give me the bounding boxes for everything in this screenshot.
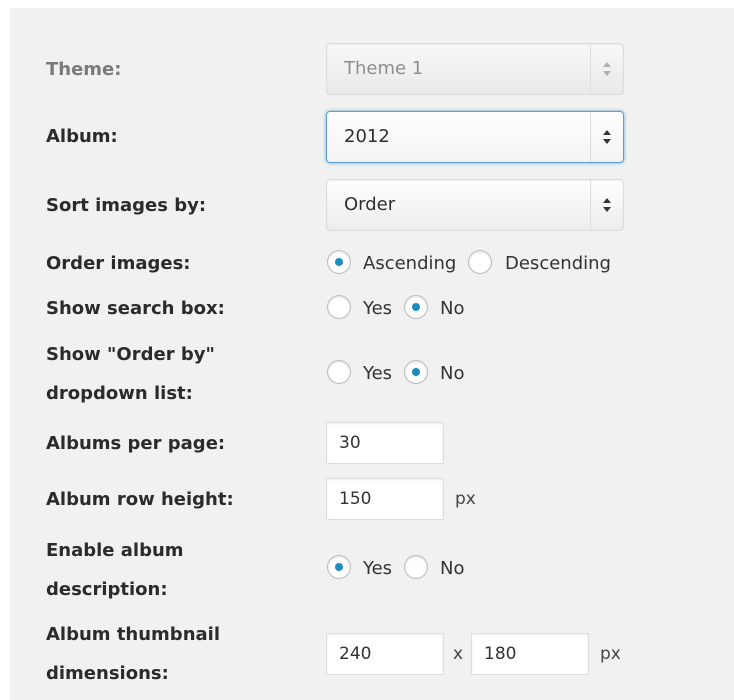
order-ascending-radio[interactable] — [327, 250, 351, 274]
albums-per-page-input[interactable]: 30 — [326, 422, 444, 464]
order-by-no-label[interactable]: No — [440, 362, 464, 386]
select-divider — [590, 180, 591, 230]
album-row-height-label: Album row height: — [46, 489, 234, 510]
order-descending-radio[interactable] — [468, 250, 492, 274]
order-by-yes-label[interactable]: Yes — [363, 362, 392, 386]
enable-album-description-label-line2: description: — [46, 579, 168, 600]
select-divider — [590, 44, 591, 94]
album-description-no-radio[interactable] — [404, 555, 428, 579]
album-label: Album: — [46, 126, 118, 147]
album-description-no-label[interactable]: No — [440, 557, 464, 581]
sort-images-select-value: Order — [344, 194, 396, 215]
theme-label: Theme: — [46, 59, 122, 80]
sort-images-select[interactable]: Order — [326, 179, 624, 231]
albums-per-page-label: Albums per page: — [46, 433, 226, 454]
select-divider — [590, 112, 591, 162]
thumbnail-width-input[interactable]: 240 — [326, 633, 444, 675]
order-descending-label[interactable]: Descending — [505, 252, 611, 276]
order-by-yes-radio[interactable] — [327, 360, 351, 384]
enable-album-description-label-line1: Enable album — [46, 540, 184, 561]
album-thumbnail-dimensions-label-line1: Album thumbnail — [46, 624, 220, 645]
theme-select: Theme 1 — [326, 43, 624, 95]
show-order-by-label-line2: dropdown list: — [46, 383, 193, 404]
order-ascending-label[interactable]: Ascending — [363, 252, 456, 276]
search-box-no-label[interactable]: No — [440, 297, 464, 321]
theme-select-value: Theme 1 — [344, 58, 424, 79]
show-order-by-label-line1: Show "Order by" — [46, 344, 215, 365]
album-description-yes-label[interactable]: Yes — [363, 557, 392, 581]
album-description-yes-radio[interactable] — [327, 555, 351, 579]
order-images-label: Order images: — [46, 253, 191, 274]
album-row-height-input[interactable]: 150 — [326, 478, 444, 520]
order-by-no-radio[interactable] — [404, 360, 428, 384]
album-select-value: 2012 — [344, 126, 390, 147]
updown-arrows-icon — [603, 130, 611, 144]
show-search-box-label: Show search box: — [46, 298, 225, 319]
album-row-height-unit: px — [455, 489, 476, 509]
thumbnail-dimensions-unit: px — [600, 644, 621, 664]
album-select[interactable]: 2012 — [326, 111, 624, 163]
search-box-yes-radio[interactable] — [327, 295, 351, 319]
search-box-yes-label[interactable]: Yes — [363, 297, 392, 321]
sort-images-label: Sort images by: — [46, 195, 207, 216]
search-box-no-radio[interactable] — [404, 295, 428, 319]
updown-arrows-icon — [603, 198, 611, 212]
album-thumbnail-dimensions-label-line2: dimensions: — [46, 663, 169, 684]
updown-arrows-icon — [603, 62, 611, 76]
thumbnail-dimensions-separator: x — [453, 644, 464, 664]
thumbnail-height-input[interactable]: 180 — [471, 633, 589, 675]
